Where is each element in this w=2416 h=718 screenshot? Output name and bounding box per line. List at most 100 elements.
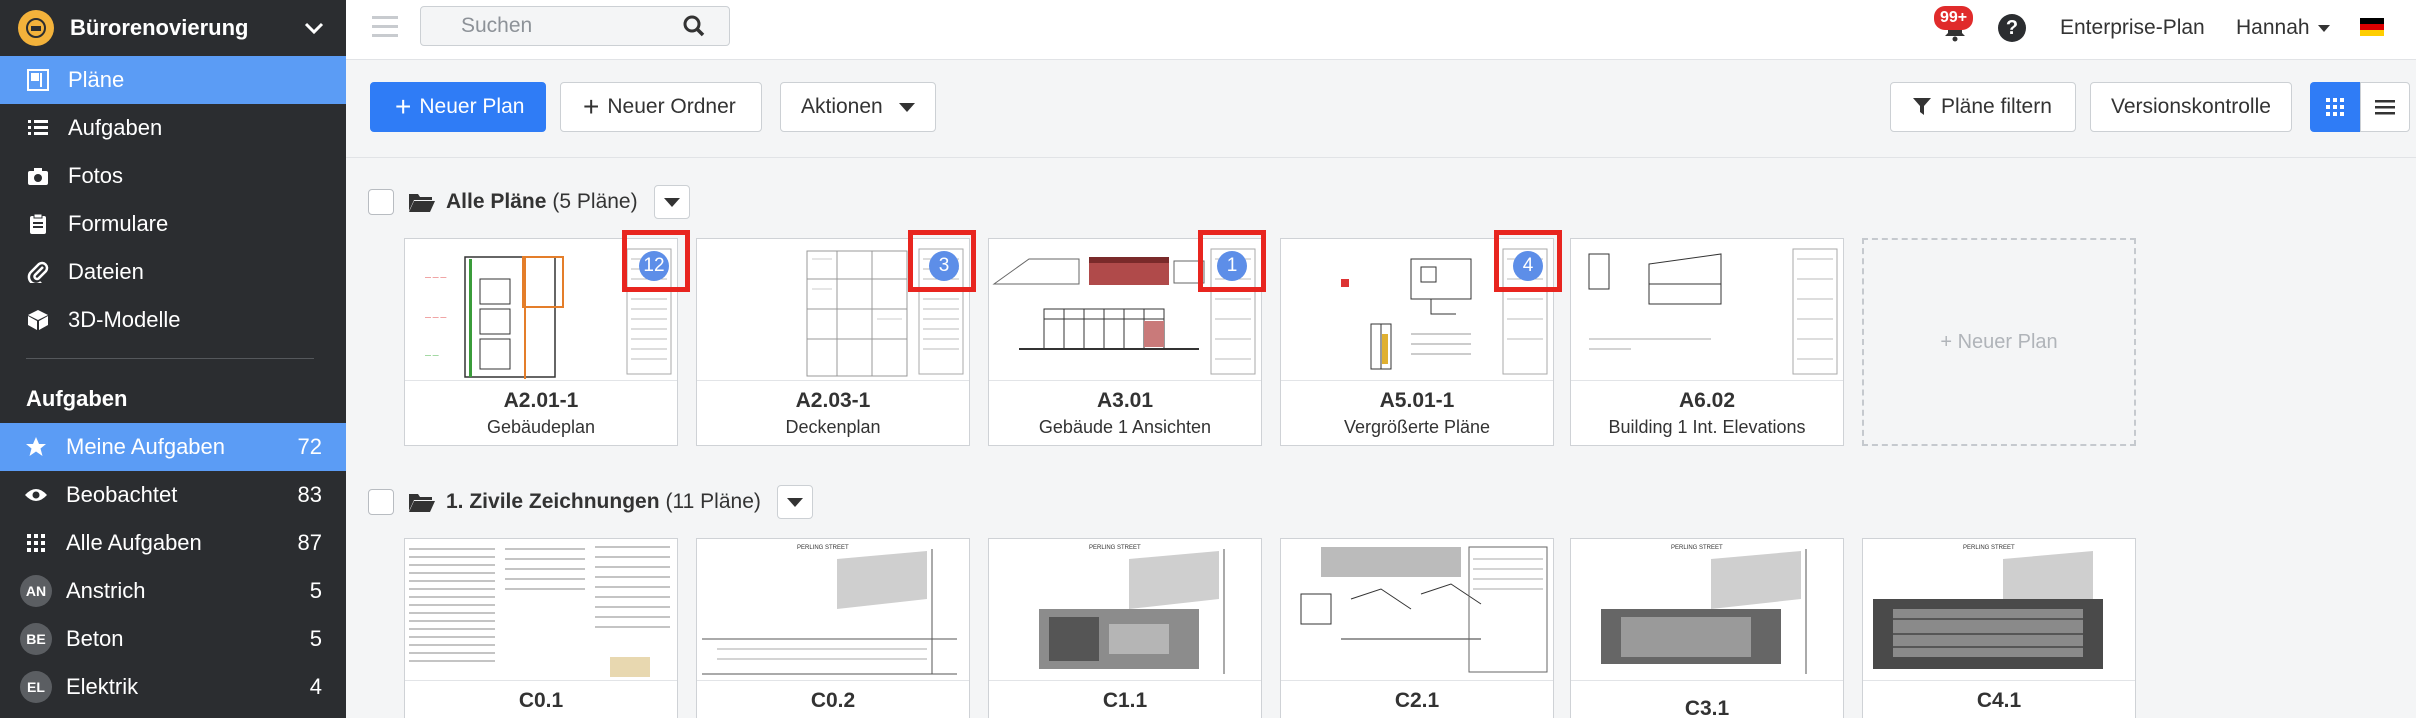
help-icon[interactable]: ? [1998, 14, 2026, 42]
nav-item-photos[interactable]: Fotos [0, 152, 346, 200]
task-filter-watched[interactable]: Beobachtet 83 [0, 471, 346, 519]
project-logo-icon [18, 10, 54, 46]
eye-icon [20, 479, 52, 511]
actions-label: Aktionen [801, 95, 883, 118]
cube-icon [26, 308, 50, 332]
sidebar: Bürorenovierung Pläne Aufgaben Fotos For… [0, 0, 346, 718]
plan-code: C0.1 [518, 689, 564, 712]
plan-card[interactable]: A6.02 Building 1 Int. Elevations [1570, 238, 1844, 446]
highlight-box [622, 230, 690, 292]
search-input[interactable]: Suchen [420, 6, 730, 46]
trade-badge: BE [20, 623, 52, 655]
svg-text:— —: — — [425, 353, 439, 359]
task-filter-concrete[interactable]: BE Beton 5 [0, 615, 346, 663]
folder-header: 1. Zivile Zeichnungen (11 Pläne) [368, 484, 813, 520]
new-plan-button[interactable]: + Neuer Plan [370, 82, 546, 132]
top-bar: Suchen 99+ ? Enterprise-Plan Hannah [346, 0, 2416, 60]
user-menu[interactable]: Hannah [2236, 16, 2330, 40]
plan-thumbnail: PERLING STREET [697, 539, 969, 681]
plan-code: C0.2 [810, 689, 856, 712]
new-folder-label: Neuer Ordner [607, 95, 736, 118]
new-plan-label: Neuer Plan [419, 95, 525, 118]
plan-name: Gebäude 1 Ansichten [1038, 417, 1212, 437]
plan-card[interactable]: PERLING STREET C4.1 [1862, 538, 2136, 718]
plan-thumbnail [1281, 539, 1553, 681]
new-plan-placeholder[interactable]: + Neuer Plan [1862, 238, 2136, 446]
list-view-button[interactable] [2360, 82, 2410, 132]
version-control-label: Versionskontrolle [2111, 95, 2271, 118]
project-switcher[interactable]: Bürorenovierung [0, 0, 346, 56]
plan-name: Building 1 Int. Elevations [1608, 417, 1806, 437]
plan-thumbnail [405, 539, 677, 681]
highlight-box [1198, 230, 1266, 292]
nav-item-3d-models[interactable]: 3D-Modelle [0, 296, 346, 344]
caret-down-icon [2317, 24, 2330, 32]
version-control-button[interactable]: Versionskontrolle [2090, 82, 2292, 132]
task-filter-electrical[interactable]: EL Elektrik 4 [0, 663, 346, 711]
trade-badge: EL [20, 671, 52, 703]
folder-header: Alle Pläne (5 Pläne) [368, 184, 690, 220]
plan-thumbnail: PERLING STREET [1863, 539, 2135, 681]
nav-item-label: Formulare [68, 211, 169, 236]
nav-item-plans[interactable]: Pläne [0, 56, 346, 104]
sidebar-divider [26, 358, 314, 359]
folder-name[interactable]: Alle Pläne [446, 190, 546, 214]
nav-item-forms[interactable]: Formulare [0, 200, 346, 248]
search-placeholder: Suchen [461, 14, 533, 37]
task-filter-label: Beton [66, 626, 124, 651]
actions-dropdown[interactable]: Aktionen [780, 82, 936, 132]
svg-text:— — —: — — — [425, 275, 446, 281]
plan-code: C3.1 [1684, 697, 1730, 718]
plan-code: A6.02 [1678, 389, 1736, 412]
folder-name[interactable]: 1. Zivile Zeichnungen [446, 490, 660, 514]
german-flag-icon[interactable] [2360, 18, 2384, 36]
star-icon [20, 431, 52, 463]
plus-icon: + [395, 91, 412, 122]
grid-view-button[interactable] [2310, 82, 2360, 132]
filter-plans-button[interactable]: Pläne filtern [1890, 82, 2076, 132]
plan-code: A3.01 [1096, 389, 1154, 412]
svg-text:PERLING STREET: PERLING STREET [1963, 545, 2015, 551]
plan-name: Deckenplan [785, 417, 881, 437]
plan-link[interactable]: Enterprise-Plan [2060, 16, 2205, 40]
task-filter-all[interactable]: Alle Aufgaben 87 [0, 519, 346, 567]
plan-card[interactable]: C0.1 [404, 538, 678, 718]
task-filter-my-tasks[interactable]: Meine Aufgaben 72 [0, 423, 346, 471]
folder-options-dropdown[interactable] [776, 485, 813, 519]
nav-item-files[interactable]: Dateien [0, 248, 346, 296]
plan-card[interactable]: PERLING STREET C0.2 [696, 538, 970, 718]
nav-item-label: Fotos [68, 163, 124, 188]
task-count: 5 [309, 626, 322, 651]
trade-badge: AN [20, 575, 52, 607]
task-filter-label: Anstrich [66, 578, 146, 603]
folder-checkbox[interactable] [368, 189, 394, 215]
task-filter-painting[interactable]: AN Anstrich 5 [0, 567, 346, 615]
folder-checkbox[interactable] [368, 489, 394, 515]
list-icon [26, 116, 50, 140]
svg-text:PERLING STREET: PERLING STREET [1671, 545, 1723, 551]
nav-item-tasks[interactable]: Aufgaben [0, 104, 346, 152]
nav-item-label: Dateien [68, 259, 144, 284]
plan-code: A2.03-1 [795, 389, 871, 412]
plan-card[interactable]: PERLING STREET C1.1 [988, 538, 1262, 718]
plan-thumbnail: PERLING STREET [1571, 539, 1843, 681]
plan-code: A5.01-1 [1379, 389, 1455, 412]
camera-icon [26, 164, 50, 188]
svg-text:— — —: — — — [425, 315, 446, 321]
plan-card[interactable]: PERLING STREET C3.1 [1570, 538, 1844, 718]
project-title: Bürorenovierung [70, 15, 249, 40]
plan-card[interactable]: C2.1 [1280, 538, 1554, 718]
folder-count: (11 Pläne) [665, 490, 761, 513]
folder-options-dropdown[interactable] [653, 185, 690, 219]
filter-icon [1913, 98, 1931, 115]
plus-icon: + [583, 91, 600, 122]
svg-text:PERLING STREET: PERLING STREET [797, 545, 849, 551]
folder-open-icon [409, 194, 435, 212]
new-folder-button[interactable]: + Neuer Ordner [560, 82, 762, 132]
search-icon[interactable] [683, 15, 705, 37]
hamburger-menu-icon[interactable] [372, 16, 398, 42]
user-name: Hannah [2236, 16, 2310, 39]
chevron-down-icon[interactable] [300, 14, 328, 42]
grid-icon [20, 527, 52, 559]
plan-name: Vergrößerte Pläne [1343, 417, 1491, 437]
